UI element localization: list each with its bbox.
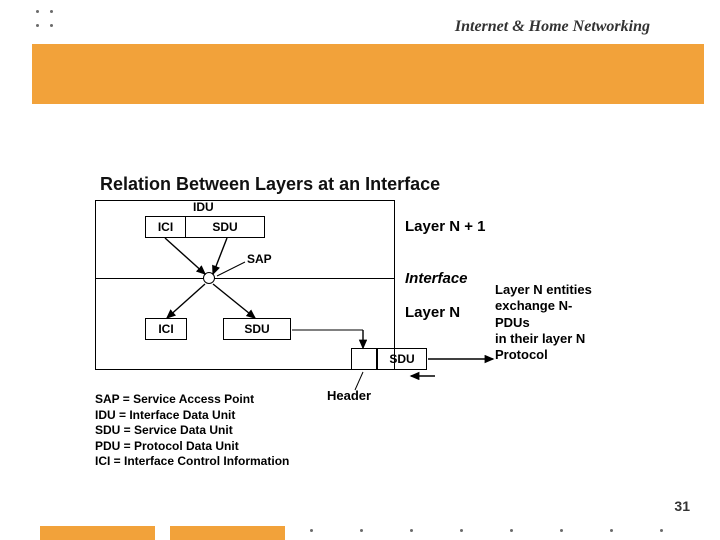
note-line: exchange N- [495, 298, 625, 314]
def-line: ICI = Interface Control Information [95, 454, 289, 470]
definitions-block: SAP = Service Access Point IDU = Interfa… [95, 392, 289, 470]
note-line: PDUs [495, 315, 625, 331]
page-title: Relation Between Layers at an Interface [100, 174, 440, 195]
layer-interface-diagram: IDU ICI SDU Layer N + 1 SAP Interface IC… [95, 200, 605, 460]
def-line: PDU = Protocol Data Unit [95, 439, 289, 455]
note-line: Layer N entities [495, 282, 625, 298]
note-line: in their layer N [495, 331, 625, 347]
def-line: SAP = Service Access Point [95, 392, 289, 408]
def-line: IDU = Interface Data Unit [95, 408, 289, 424]
title-band [32, 44, 704, 104]
header-field-label: Header [327, 388, 371, 403]
def-line: SDU = Service Data Unit [95, 423, 289, 439]
layer-n-protocol-note: Layer N entities exchange N- PDUs in the… [495, 282, 625, 363]
footer-decoration [0, 520, 720, 540]
header-subject: Internet & Home Networking [455, 18, 650, 36]
page-number: 31 [674, 498, 690, 514]
note-line: Protocol [495, 347, 625, 363]
